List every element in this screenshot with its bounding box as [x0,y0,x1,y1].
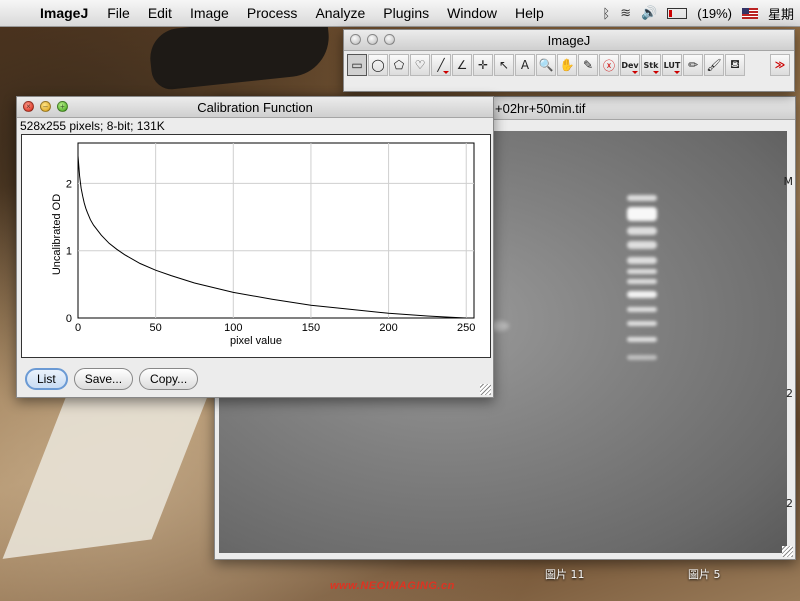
bluetooth-icon[interactable]: ᛒ [602,6,610,21]
plot-svg: 0 50 100 150 200 250 0 1 2 pixel value Uncalibrate… [51,142,475,347]
toolbar-title: ImageJ [547,33,591,48]
image-info: 528x255 pixels; 8-bit; 131K [20,119,165,133]
more-tools-icon[interactable]: ≫ [770,54,790,76]
dev-menu-icon[interactable]: Dev [620,54,640,76]
menu-window[interactable]: Window [438,0,506,26]
side-label: 2 [786,387,793,400]
gel-band [627,257,657,264]
menu-app-name[interactable]: ImageJ [34,0,98,26]
menu-process[interactable]: Process [238,0,307,26]
stk-menu-icon[interactable]: Stk [641,54,661,76]
calibration-window: × – + Calibration Function 528x255 pixel… [16,96,494,398]
menu-analyze[interactable]: Analyze [306,0,374,26]
magnifier-icon[interactable]: 🔍 [536,54,556,76]
side-label: M [783,175,794,188]
gel-band [627,195,657,201]
gel-band [627,207,657,221]
calibration-plot: 0 50 100 150 200 250 0 1 2 pixel value Uncalibrate… [21,134,491,358]
x-tick-label: 250 [457,322,475,334]
oval-select-icon[interactable]: ◯ [368,54,388,76]
button-row: List Save... Copy... [25,368,199,390]
y-tick-label: 0 [66,313,72,325]
point-tool-icon[interactable]: ✛ [473,54,493,76]
side-label: 2 [786,497,793,510]
menu-image[interactable]: Image [181,0,238,26]
desktop-paper [2,371,218,559]
battery-icon[interactable] [667,7,688,19]
angle-tool-icon[interactable]: ∠ [452,54,472,76]
gel-band [627,337,657,342]
desktop-file-label[interactable]: 圖片 5 [688,566,721,582]
x-tick-label: 200 [379,322,397,334]
x-tick-label: 50 [150,322,162,334]
list-button[interactable]: List [25,368,68,390]
menu-clock[interactable]: 星期 [768,4,794,23]
input-flag-icon[interactable] [741,7,758,19]
y-tick-label: 2 [66,178,72,190]
gel-band [627,321,657,326]
gel-lane [627,171,663,371]
y-tick-label: 1 [66,246,72,258]
line-tool-icon[interactable]: ╱ [431,54,451,76]
pencil-icon[interactable]: ✏ [683,54,703,76]
battery-percent[interactable]: (19%) [697,6,732,21]
wifi-icon[interactable]: ≋ [620,5,631,21]
menu-bar: ImageJ File Edit Image Process Analyze P… [0,0,800,27]
image-window-title: +02hr+50min.tif [495,101,586,116]
plot-frame [77,142,475,319]
volume-icon[interactable]: 🔊 [641,5,657,21]
menu-edit[interactable]: Edit [139,0,181,26]
resize-handle[interactable] [782,546,793,557]
polygon-select-icon[interactable]: ⬠ [389,54,409,76]
imagej-toolbar-window: ImageJ ▭ ◯ ⬠ ♡ ╱ ∠ ✛ ↖ A 🔍 ✋ ✎ ⓧ Dev Stk LUT ✏ 🖌 ⛾ ≫ [343,29,795,92]
gel-band [627,279,657,284]
menu-file[interactable]: File [98,0,139,26]
dropper-icon[interactable]: ✎ [578,54,598,76]
gel-band [627,291,657,298]
toolbar-titlebar[interactable]: ImageJ [344,30,794,51]
gel-band [627,241,657,249]
rectangle-select-icon[interactable]: ▭ [347,54,367,76]
gel-band [627,307,657,312]
gel-band [627,269,657,274]
menu-extras: ᛒ ≋ 🔊 (19%) 星期 [602,4,800,23]
tool-row: ▭ ◯ ⬠ ♡ ╱ ∠ ✛ ↖ A 🔍 ✋ ✎ ⓧ Dev Stk LUT ✏ 🖌 ⛾ ≫ [344,51,794,76]
y-axis-label: Uncalibrated OD [51,194,63,275]
text-tool-icon[interactable]: A [515,54,535,76]
close-circle-icon[interactable]: ⓧ [599,54,619,76]
x-axis-label: pixel value [230,335,282,347]
gel-band [627,227,657,235]
calibration-title: Calibration Function [197,100,313,115]
resize-handle[interactable] [480,384,491,395]
menu-plugins[interactable]: Plugins [374,0,438,26]
lut-menu-icon[interactable]: LUT [662,54,682,76]
menu-help[interactable]: Help [506,0,553,26]
copy-button[interactable]: Copy... [139,368,199,390]
desktop-file-label[interactable]: 圖片 11 [545,566,585,582]
x-tick-label: 100 [224,322,242,334]
hand-tool-icon[interactable]: ✋ [557,54,577,76]
wand-tool-icon[interactable]: ↖ [494,54,514,76]
x-tick-label: 0 [75,322,81,334]
flood-fill-icon[interactable]: ⛾ [725,54,745,76]
save-button[interactable]: Save... [73,368,134,390]
watermark: www.NEOIMAGING.cn [330,580,455,592]
gel-band [627,355,657,360]
freehand-select-icon[interactable]: ♡ [410,54,430,76]
calibration-titlebar[interactable]: × – + Calibration Function [17,97,493,118]
x-tick-label: 150 [302,322,320,334]
brush-icon[interactable]: 🖌 [704,54,724,76]
